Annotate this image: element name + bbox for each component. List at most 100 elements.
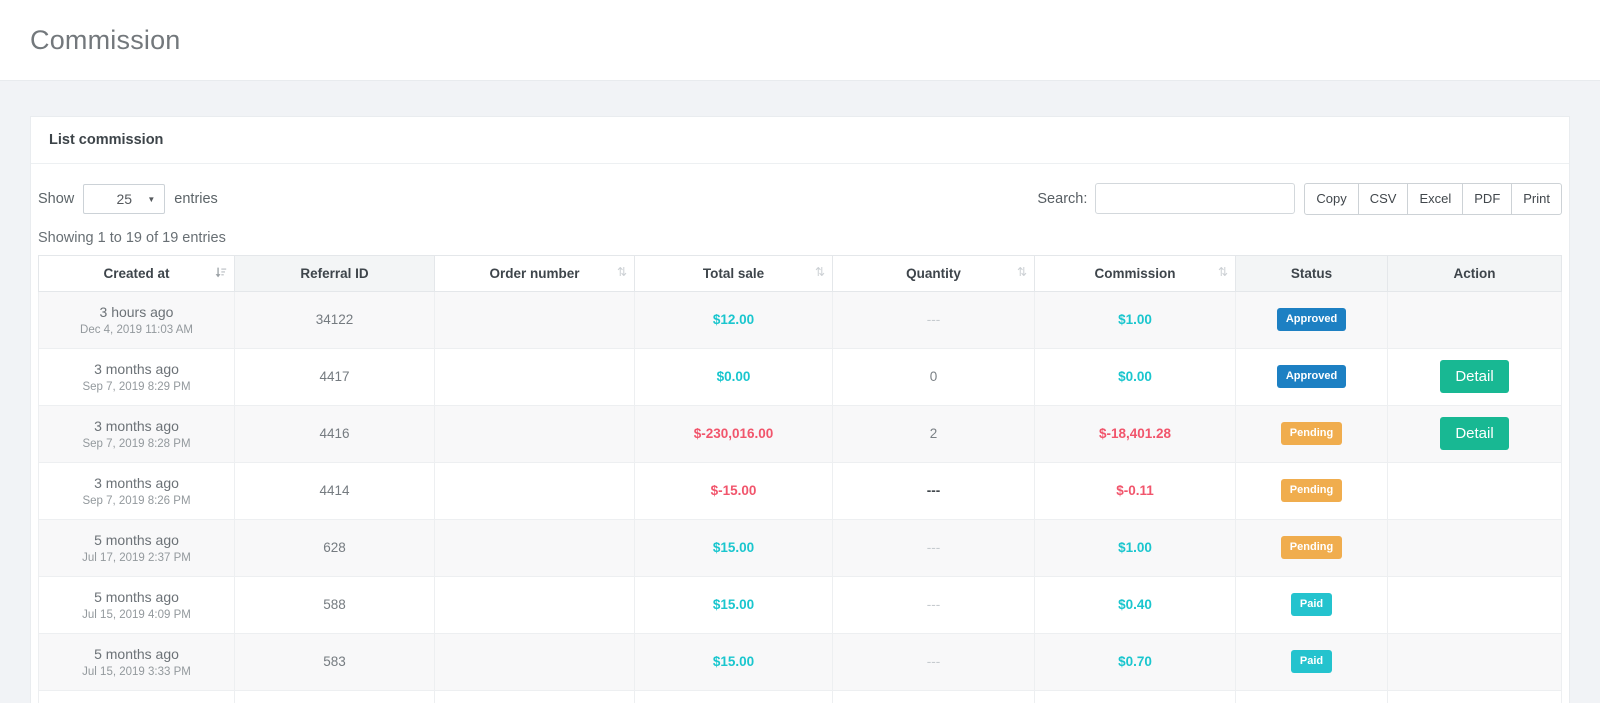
action-cell xyxy=(1387,632,1562,691)
quantity-cell: --- xyxy=(832,290,1035,349)
detail-button[interactable]: Detail xyxy=(1440,417,1509,451)
column-header-created-at[interactable]: Created at xyxy=(38,254,235,292)
created-at-absolute: Jul 15, 2019 3:33 PM xyxy=(82,665,191,678)
column-header-status: Status xyxy=(1235,254,1388,292)
column-label: Total sale xyxy=(702,265,765,281)
status-badge: Paid xyxy=(1290,593,1333,616)
created-at-relative: 3 months ago xyxy=(94,360,179,377)
column-label: Action xyxy=(1453,265,1496,281)
print-button[interactable]: Print xyxy=(1511,183,1562,215)
referral-id-cell: 628 xyxy=(234,518,435,577)
show-label: Show xyxy=(38,190,75,207)
total-sale-cell: $12.00 xyxy=(634,290,833,349)
total-sale-cell: $-15.00 xyxy=(634,461,833,520)
sort-both-icon: ⇅ xyxy=(1016,264,1027,279)
table-row: 5 months ago Jul 17, 2019 2:37 PM 628 $1… xyxy=(38,518,1562,577)
column-label: Status xyxy=(1290,265,1333,281)
column-label: Order number xyxy=(489,265,580,281)
entries-label: entries xyxy=(174,190,218,207)
created-at-absolute: Jul 17, 2019 2:37 PM xyxy=(82,551,191,564)
column-label: Created at xyxy=(103,265,170,281)
table-row: 3 months ago Sep 7, 2019 8:26 PM 4414 $-… xyxy=(38,461,1562,520)
order-number-cell xyxy=(434,632,635,691)
commission-cell: $1.00 xyxy=(1034,518,1236,577)
column-label: Referral ID xyxy=(300,265,369,281)
total-sale-cell: $15.00 xyxy=(634,575,833,634)
sort-both-icon: ⇅ xyxy=(1217,264,1228,279)
order-number-cell xyxy=(434,518,635,577)
page-length-control: Show 25 ▼ entries xyxy=(38,183,218,214)
status-badge: Pending xyxy=(1280,422,1343,445)
column-header-quantity[interactable]: Quantity ⇅ xyxy=(832,254,1035,292)
action-cell: Detail xyxy=(1387,404,1562,463)
action-cell xyxy=(1387,518,1562,577)
created-at-relative: 3 hours ago xyxy=(99,303,174,320)
action-cell: Detail xyxy=(1387,347,1562,406)
created-at-absolute: Dec 4, 2019 11:03 AM xyxy=(80,323,193,336)
created-at-relative: 3 months ago xyxy=(94,417,179,434)
order-number-cell xyxy=(434,347,635,406)
order-number-cell xyxy=(434,575,635,634)
table-row: 3 hours ago Dec 4, 2019 11:03 AM 34122 $… xyxy=(38,290,1562,349)
column-header-referral-id: Referral ID xyxy=(234,254,435,292)
table-row xyxy=(38,689,1562,703)
created-at-relative: 5 months ago xyxy=(94,588,179,605)
chevron-down-icon: ▼ xyxy=(147,194,156,204)
list-commission-panel: List commission Show 25 ▼ entries Search… xyxy=(30,116,1570,703)
commission-cell: $0.00 xyxy=(1034,347,1236,406)
total-sale-cell: $0.00 xyxy=(634,347,833,406)
table-row: 5 months ago Jul 15, 2019 4:09 PM 588 $1… xyxy=(38,575,1562,634)
column-header-order-number[interactable]: Order number ⇅ xyxy=(434,254,635,292)
referral-id-cell: 34122 xyxy=(234,290,435,349)
quantity-cell: --- xyxy=(832,632,1035,691)
quantity-cell: --- xyxy=(832,575,1035,634)
created-at-relative: 3 months ago xyxy=(94,474,179,491)
search-input[interactable] xyxy=(1095,183,1296,215)
created-at-absolute: Sep 7, 2019 8:29 PM xyxy=(82,380,191,393)
table-row: 3 months ago Sep 7, 2019 8:29 PM 4417 $0… xyxy=(38,347,1562,406)
page-length-select[interactable]: 25 ▼ xyxy=(83,183,166,214)
column-label: Quantity xyxy=(906,265,961,281)
pdf-button[interactable]: PDF xyxy=(1462,183,1513,215)
action-cell xyxy=(1387,461,1562,520)
commission-cell: $-0.11 xyxy=(1034,461,1236,520)
commission-table: Created at Referral ID Order number ⇅ To… xyxy=(38,254,1562,703)
created-at-absolute: Sep 7, 2019 8:26 PM xyxy=(82,494,191,507)
created-at-relative: 5 months ago xyxy=(94,531,179,548)
detail-button[interactable]: Detail xyxy=(1440,360,1509,394)
sort-desc-icon xyxy=(214,266,227,282)
quantity-cell: 0 xyxy=(832,347,1035,406)
search-export-controls: Search: Copy CSV Excel PDF Print xyxy=(1037,183,1562,215)
column-header-action: Action xyxy=(1387,254,1562,292)
table-info: Showing 1 to 19 of 19 entries xyxy=(38,229,226,246)
order-number-cell xyxy=(434,290,635,349)
table-row: 5 months ago Jul 15, 2019 3:33 PM 583 $1… xyxy=(38,632,1562,691)
column-header-total-sale[interactable]: Total sale ⇅ xyxy=(634,254,833,292)
commission-cell: $0.70 xyxy=(1034,632,1236,691)
table-row: 3 months ago Sep 7, 2019 8:28 PM 4416 $-… xyxy=(38,404,1562,463)
top-bar: Commission xyxy=(0,0,1600,81)
created-at-relative: 5 months ago xyxy=(94,645,179,662)
column-label: Commission xyxy=(1094,265,1176,281)
sort-both-icon: ⇅ xyxy=(814,264,825,279)
order-number-cell xyxy=(434,461,635,520)
panel-body: Show 25 ▼ entries Search: Copy CSV Excel… xyxy=(31,164,1569,703)
total-sale-cell: $15.00 xyxy=(634,518,833,577)
total-sale-cell: $15.00 xyxy=(634,632,833,691)
status-badge: Approved xyxy=(1276,308,1347,331)
commission-cell: $1.00 xyxy=(1034,290,1236,349)
csv-button[interactable]: CSV xyxy=(1357,183,1409,215)
status-badge: Pending xyxy=(1280,479,1343,502)
referral-id-cell: 4417 xyxy=(234,347,435,406)
quantity-cell: --- xyxy=(832,461,1035,520)
copy-button[interactable]: Copy xyxy=(1304,183,1359,215)
column-header-commission[interactable]: Commission ⇅ xyxy=(1034,254,1236,292)
referral-id-cell: 4414 xyxy=(234,461,435,520)
action-cell xyxy=(1387,290,1562,349)
excel-button[interactable]: Excel xyxy=(1407,183,1464,215)
order-number-cell xyxy=(434,404,635,463)
referral-id-cell: 4416 xyxy=(234,404,435,463)
search-label: Search: xyxy=(1037,190,1088,207)
commission-cell: $0.40 xyxy=(1034,575,1236,634)
panel-title: List commission xyxy=(31,117,1569,164)
